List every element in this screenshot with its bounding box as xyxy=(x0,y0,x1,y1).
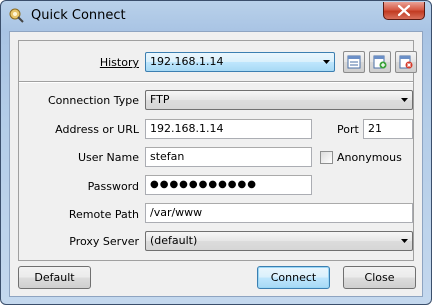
chevron-down-icon xyxy=(323,60,330,64)
history-separator xyxy=(19,81,413,83)
history-select[interactable]: 192.168.1.14 xyxy=(145,52,335,72)
port-label: Port xyxy=(337,123,359,136)
history-label: History xyxy=(99,56,139,69)
password-input[interactable]: ●●●●●●●●●●● xyxy=(145,175,312,195)
connection-type-select[interactable]: FTP xyxy=(145,90,413,110)
connection-panel: History 192.168.1.14 Connection Type FTP… xyxy=(18,40,417,261)
dialog-client-area: History 192.168.1.14 Connection Type FTP… xyxy=(9,31,423,297)
add-bookmark-icon xyxy=(373,55,387,69)
anonymous-checkbox[interactable] xyxy=(320,151,333,164)
address-value: 192.168.1.14 xyxy=(150,122,224,135)
delete-bookmark-button[interactable] xyxy=(395,51,417,73)
address-label: Address or URL xyxy=(55,123,139,136)
user-name-input[interactable]: stefan xyxy=(145,147,312,167)
delete-bookmark-icon xyxy=(399,55,413,69)
default-button[interactable]: Default xyxy=(18,266,91,289)
user-name-value: stefan xyxy=(150,150,185,163)
quick-connect-window: Quick Connect History 192.168.1.14 Conne… xyxy=(0,0,432,305)
window-close-button[interactable] xyxy=(383,2,425,20)
port-input[interactable]: 21 xyxy=(363,119,413,139)
chevron-down-icon xyxy=(401,98,408,102)
remote-path-input[interactable]: /var/www xyxy=(145,203,413,223)
user-name-label: User Name xyxy=(77,151,139,164)
history-value: 192.168.1.14 xyxy=(150,55,224,68)
proxy-server-value: (default) xyxy=(150,234,198,247)
anonymous-label[interactable]: Anonymous xyxy=(337,151,402,164)
address-input[interactable]: 192.168.1.14 xyxy=(145,119,312,139)
bookmark-button[interactable] xyxy=(343,51,365,73)
remote-path-label: Remote Path xyxy=(68,208,139,221)
proxy-server-select[interactable]: (default) xyxy=(145,231,413,251)
title-bar[interactable]: Quick Connect xyxy=(1,1,431,31)
add-bookmark-button[interactable] xyxy=(369,51,391,73)
password-masked-value: ●●●●●●●●●●● xyxy=(150,179,257,190)
password-label: Password xyxy=(87,180,139,193)
connection-type-value: FTP xyxy=(150,93,170,106)
close-icon xyxy=(398,5,410,16)
window-title: Quick Connect xyxy=(31,8,126,23)
port-value: 21 xyxy=(368,122,382,135)
connect-button[interactable]: Connect xyxy=(257,266,330,289)
bookmark-icon xyxy=(347,55,361,69)
close-button[interactable]: Close xyxy=(343,266,416,289)
quick-connect-icon xyxy=(9,7,25,23)
chevron-down-icon xyxy=(401,239,408,243)
connection-type-label: Connection Type xyxy=(47,94,139,107)
proxy-server-label: Proxy Server xyxy=(69,235,139,248)
remote-path-value: /var/www xyxy=(150,206,203,219)
